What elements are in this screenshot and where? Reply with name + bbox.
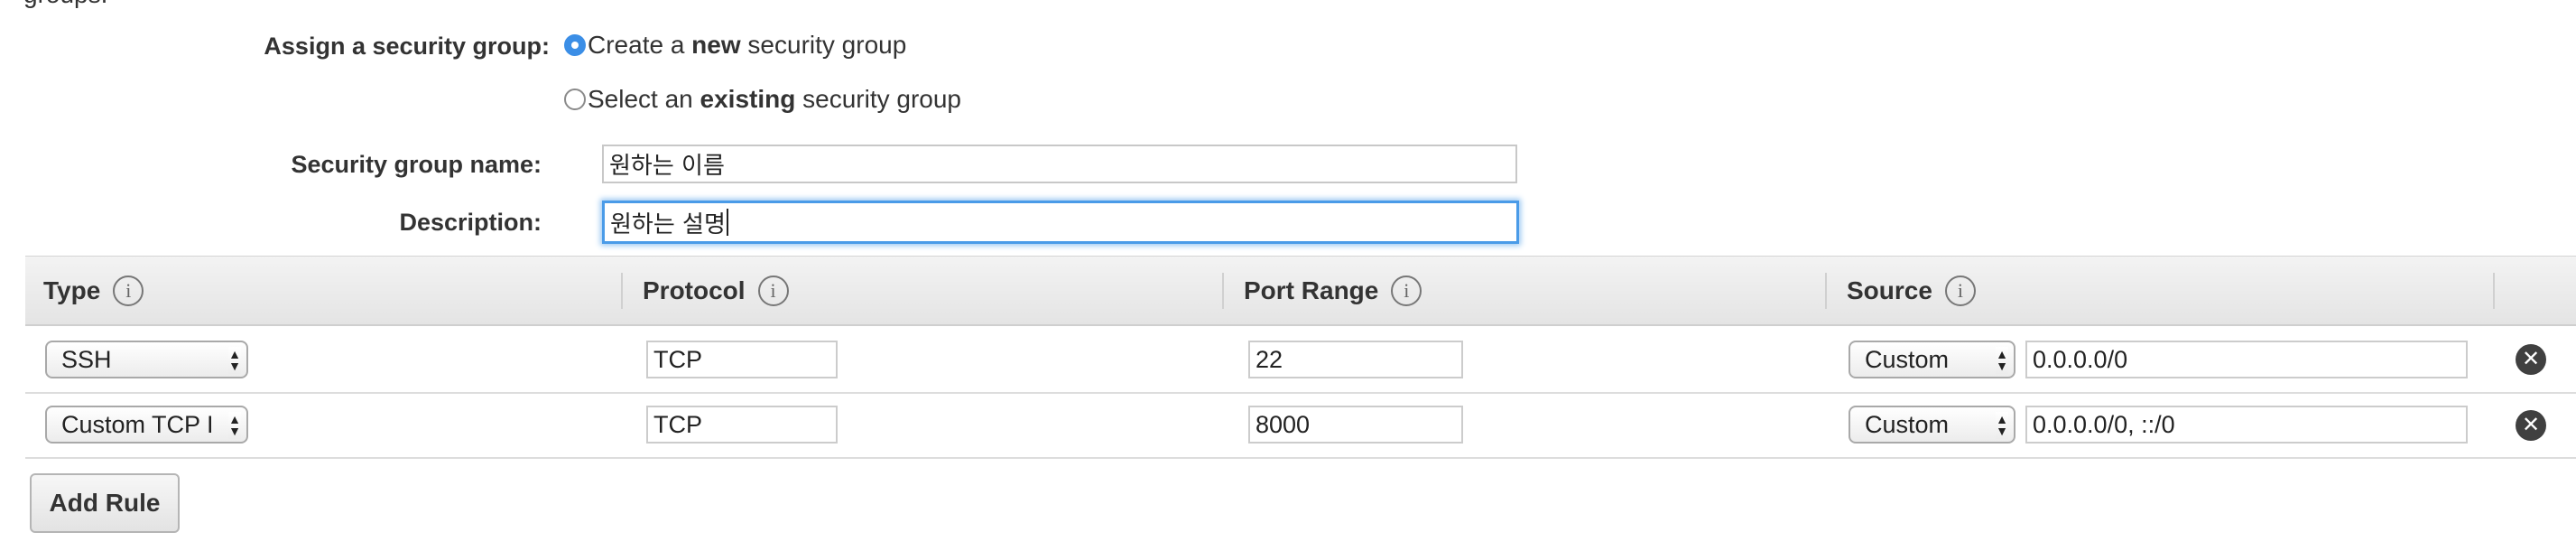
column-divider [1222,273,1224,309]
info-icon[interactable]: i [1391,276,1422,306]
column-divider [2493,273,2495,309]
row-divider [25,392,2576,394]
column-divider [621,273,623,309]
rules-table-header: Type i Protocol i Port Range i Source i [25,256,2576,326]
protocol-field: TCP [646,341,838,378]
close-circle-icon[interactable]: ✕ [2516,410,2546,441]
radio-select-existing-security-group[interactable]: Select an existing security group [564,85,961,114]
source-cidr-value: 0.0.0.0/0 [2033,345,2128,373]
type-select[interactable]: Custom TCP I ▲ ▼ [45,406,248,444]
select-arrows-icon: ▲ ▼ [228,412,241,439]
radio-button-unchecked[interactable] [564,89,586,110]
source-cidr-input[interactable]: 0.0.0.0/0, ::/0 [2025,406,2468,444]
select-arrows-icon: ▲ ▼ [1996,347,2008,374]
radio-label-existing: Select an existing security group [588,85,961,113]
column-header-protocol: Protocol i [643,257,789,325]
security-group-name-label: Security group name: [291,151,542,178]
protocol-value: TCP [653,345,702,373]
type-select-value: Custom TCP I [61,410,214,438]
add-rule-button[interactable]: Add Rule [30,473,180,533]
port-range-value: 8000 [1256,410,1311,438]
radio-label-new: Create a new security group [588,31,907,59]
port-range-input[interactable]: 22 [1248,341,1463,378]
security-group-name-input[interactable]: 원하는 이름 [602,145,1517,183]
close-circle-icon[interactable]: ✕ [2516,344,2546,375]
radio-button-checked[interactable] [564,34,586,56]
source-select-value: Custom [1865,410,1950,438]
info-icon[interactable]: i [757,276,789,306]
select-arrows-icon: ▲ ▼ [228,347,241,374]
column-header-port-range: Port Range i [1244,257,1422,325]
info-icon[interactable]: i [113,276,144,306]
assign-security-group-label: Assign a security group: [264,33,550,60]
column-header-source: Source i [1847,257,1976,325]
source-cidr-input[interactable]: 0.0.0.0/0 [2025,341,2468,378]
type-select[interactable]: SSH ▲ ▼ [45,341,248,378]
security-group-form: groups. Assign a security group: Create … [0,0,2576,551]
protocol-field: TCP [646,406,838,444]
select-arrows-icon: ▲ ▼ [1996,412,2008,439]
column-header-type: Type i [43,257,144,325]
cutoff-text: groups. [23,0,107,9]
description-value: 원하는 설명 [610,210,726,238]
column-header-label: Source [1847,276,1932,304]
source-select[interactable]: Custom ▲ ▼ [1849,341,2015,378]
column-header-label: Protocol [643,276,746,304]
source-cidr-value: 0.0.0.0/0, ::/0 [2033,410,2175,438]
column-header-label: Port Range [1244,276,1379,304]
text-caret [726,209,728,236]
column-divider [1825,273,1827,309]
port-range-input[interactable]: 8000 [1248,406,1463,444]
description-label: Description: [399,209,542,236]
radio-create-new-security-group[interactable]: Create a new security group [564,31,906,60]
info-icon[interactable]: i [1944,276,1976,306]
source-select[interactable]: Custom ▲ ▼ [1849,406,2015,444]
column-header-label: Type [43,276,101,304]
protocol-value: TCP [653,410,702,438]
security-group-name-value: 원하는 이름 [609,153,725,180]
description-input[interactable]: 원하는 설명 [602,201,1519,244]
type-select-value: SSH [61,345,112,373]
source-select-value: Custom [1865,345,1950,373]
row-divider [25,457,2576,459]
port-range-value: 22 [1256,345,1283,373]
